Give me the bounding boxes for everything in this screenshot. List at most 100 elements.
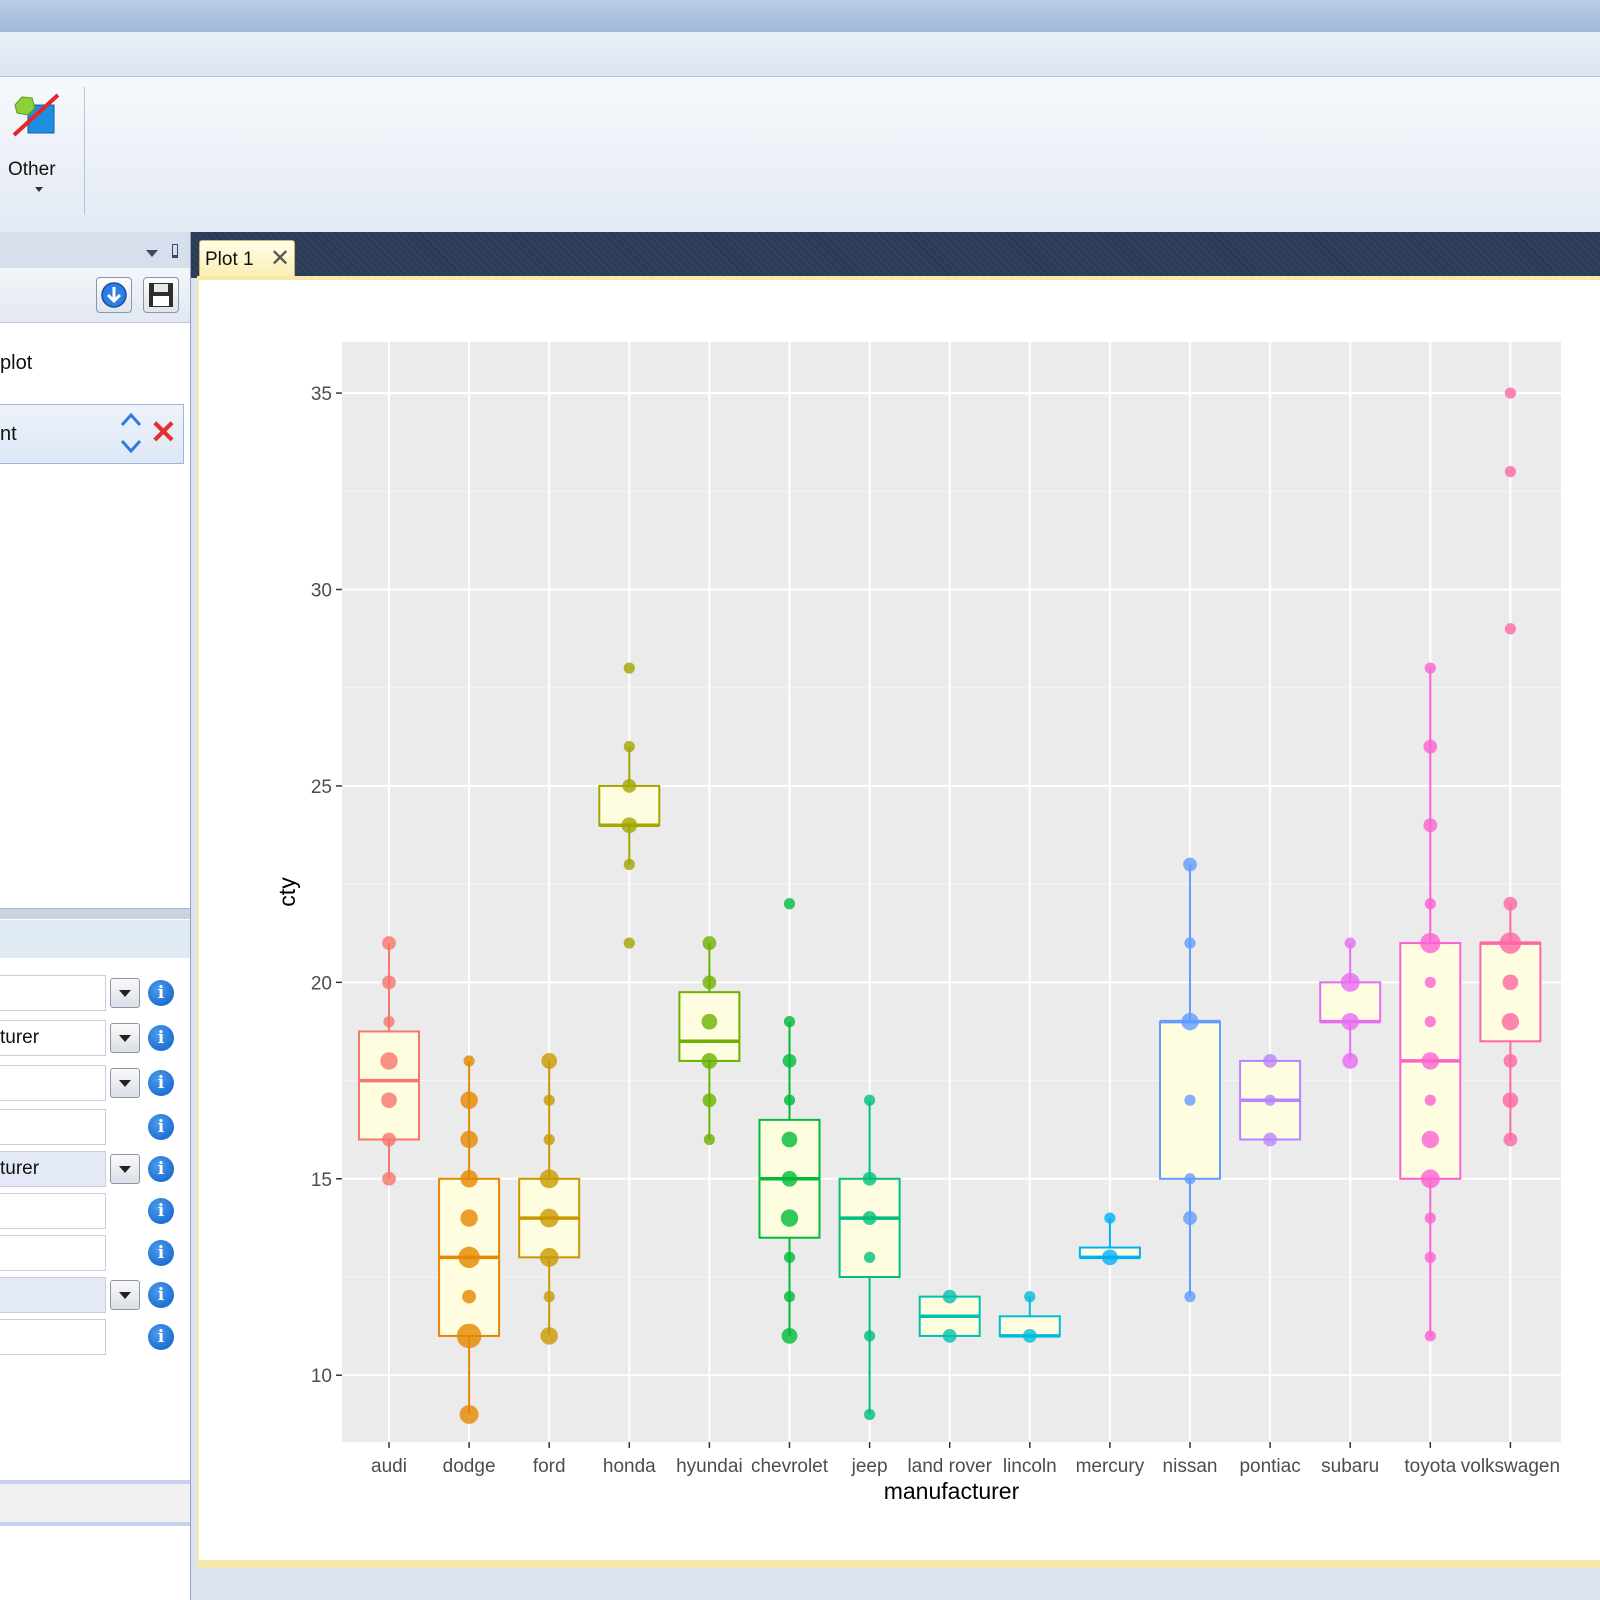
data-point [460,1170,478,1188]
x-tick-label: hyundai [676,1456,743,1477]
x-tick-label: lincoln [1003,1456,1057,1477]
delete-icon[interactable]: ✕ [150,415,177,449]
chevron-down-icon [119,1292,131,1299]
data-point [622,779,637,793]
data-point [1181,1012,1199,1031]
data-point [1504,387,1516,399]
x-tick-label: ford [533,1456,566,1477]
data-point [1104,1212,1116,1224]
data-point [1341,1012,1359,1031]
data-point [702,1093,717,1108]
data-point [864,1330,876,1342]
property-value-field[interactable] [0,1065,106,1101]
property-row: i [0,1065,190,1103]
data-point [1423,818,1438,833]
tab-plot-1[interactable]: Plot 1 ✕ [199,240,295,276]
data-point [623,937,635,949]
data-point [1499,932,1522,954]
property-row: turer i [0,1020,190,1058]
data-point [1184,937,1196,949]
data-point [864,1251,876,1263]
property-row: i [0,975,190,1013]
property-value-field[interactable]: turer [0,1151,106,1187]
dropdown-button[interactable] [110,1280,140,1310]
data-point [460,1209,478,1227]
panel-header [0,232,190,268]
info-icon[interactable]: i [148,1070,174,1096]
data-point [543,1133,555,1146]
data-point [540,1327,558,1345]
move-up-down-icon[interactable] [118,409,144,457]
data-point [541,1053,558,1069]
dropdown-button[interactable] [110,978,140,1008]
plot-document: 10 15 20 25 30 35 audi dodge ford honda hyundai che… [197,276,1600,1566]
data-point [1504,623,1516,635]
properties-header [0,920,190,958]
info-icon[interactable]: i [148,1156,174,1182]
data-point [701,1053,718,1069]
info-icon[interactable]: i [148,1282,174,1308]
property-value-field[interactable] [0,1109,106,1145]
info-icon[interactable]: i [148,1198,174,1224]
data-point [381,1092,397,1109]
data-point [1184,1094,1196,1106]
data-point [783,1291,796,1303]
data-point [1263,1054,1277,1068]
layer-item-selected[interactable]: nt ✕ [0,404,184,464]
property-row: i [0,1235,190,1273]
panel-toolbar [0,268,190,323]
panel-footer [0,1484,190,1524]
x-tick-label: subaru [1321,1456,1379,1477]
chevron-down-icon [35,187,43,192]
pin-icon[interactable] [172,244,178,258]
property-row: i [0,1109,190,1147]
data-point [1024,1291,1036,1303]
data-point [864,1094,876,1106]
x-tick-label: dodge [443,1456,496,1477]
data-point [380,1052,398,1070]
left-panel: plot nt ✕ i turer i i i turer i i i i i [0,232,191,1600]
info-icon[interactable]: i [148,1114,174,1140]
data-point [1503,1054,1518,1068]
dropdown-button[interactable] [110,1068,140,1098]
layer-item-plot[interactable]: plot [0,352,32,375]
data-point [781,1131,798,1148]
data-point [1423,739,1438,754]
property-value-field[interactable] [0,1235,106,1271]
data-point [539,1247,559,1267]
close-icon[interactable]: ✕ [270,244,290,273]
info-icon[interactable]: i [148,1240,174,1266]
data-point [382,975,396,990]
x-tick-label: toyota [1404,1456,1456,1477]
dropdown-button[interactable] [110,1023,140,1053]
dropdown-button[interactable] [110,1154,140,1184]
data-point [1420,1169,1440,1189]
info-icon[interactable]: i [148,1025,174,1051]
data-point [383,1016,395,1028]
x-tick-label: pontiac [1239,1456,1300,1477]
info-icon[interactable]: i [148,980,174,1006]
property-value-field[interactable] [0,1193,106,1229]
data-point [1344,937,1356,949]
panel-divider [0,1522,190,1526]
data-point [463,1055,475,1067]
data-point [1421,1052,1440,1070]
info-icon[interactable]: i [148,1324,174,1350]
chevron-down-icon [119,1080,131,1087]
save-button[interactable] [143,277,179,313]
property-value-field[interactable] [0,1277,106,1313]
property-value-field[interactable] [0,1319,106,1355]
property-row: i [0,1193,190,1231]
panel-splitter[interactable] [0,908,190,919]
y-tick-label: 30 [311,581,332,602]
menu-bar [0,32,1600,77]
data-point [702,936,717,950]
property-value-field[interactable]: turer [0,1020,106,1056]
download-arrow-icon [101,282,127,308]
other-ribbon-button[interactable]: Other [0,87,78,197]
y-tick-label: 15 [311,1170,332,1191]
property-value-field[interactable] [0,975,106,1011]
import-button[interactable] [96,277,132,313]
data-point [1421,1130,1440,1149]
panel-menu-icon[interactable] [146,250,158,257]
